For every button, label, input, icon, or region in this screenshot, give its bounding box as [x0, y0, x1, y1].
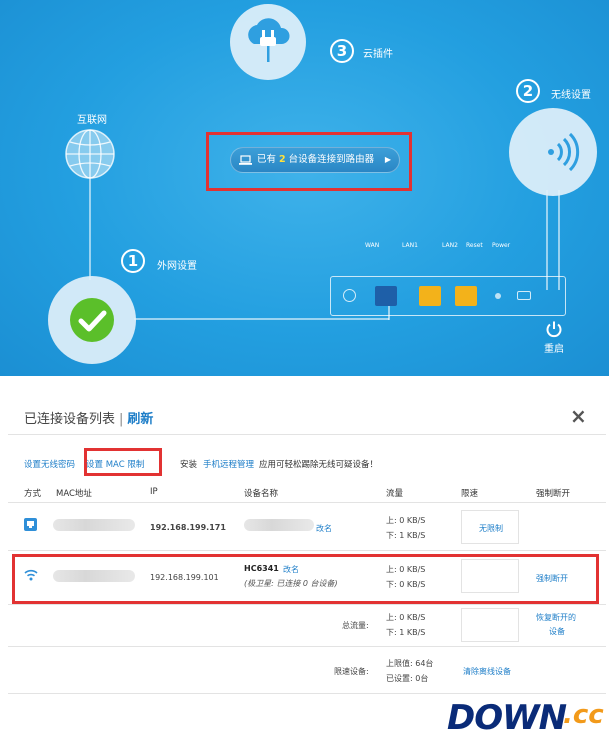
- restore-disconnected-link[interactable]: 恢复断开的: [536, 612, 576, 623]
- close-icon[interactable]: ×: [570, 404, 587, 428]
- cloud-plugin-button[interactable]: [230, 4, 306, 80]
- internet-label: 互联网: [77, 115, 107, 126]
- install-suffix: 应用可轻松踢除无线可疑设备！: [259, 460, 379, 470]
- port-label-wan: WAN: [365, 242, 380, 249]
- total-rate-box: [461, 608, 519, 642]
- connected-prefix: 已有: [257, 154, 277, 165]
- globe-icon: [65, 129, 115, 179]
- power-icon[interactable]: [545, 320, 563, 338]
- wifi-signal-icon: [548, 132, 580, 172]
- download-rate: 下: 0 KB/S: [386, 580, 426, 589]
- device-ip: 192.168.199.101: [150, 573, 219, 582]
- limit-devices-label: 限速设备:: [334, 667, 369, 676]
- col-rate: 限速: [461, 489, 479, 499]
- device-name: HC6341: [244, 564, 279, 573]
- connected-suffix: 台设备连接到路由器: [288, 154, 375, 165]
- lan1-port-icon: [419, 286, 441, 306]
- wireless-settings-label: 无线设置: [551, 90, 591, 101]
- arrow-right-icon: ▶: [384, 155, 391, 164]
- total-upload: 上: 0 KB/S: [386, 613, 426, 622]
- device-name-redacted: [244, 519, 314, 531]
- col-name: 设备名称: [244, 489, 279, 499]
- connected-count: 2: [279, 154, 286, 165]
- antenna-right: [558, 190, 560, 290]
- remote-app-link[interactable]: 手机远程管理: [203, 458, 254, 470]
- set-mac-filter-link[interactable]: 设置 MAC 限制: [86, 458, 144, 470]
- wireless-settings-button[interactable]: [509, 108, 597, 196]
- wan-settings-label: 外网设置: [157, 261, 197, 272]
- wan-port-icon: [375, 286, 397, 306]
- col-mac: MAC地址: [56, 489, 92, 499]
- port-label-reset: Reset: [466, 242, 483, 249]
- install-prefix: 安装: [180, 460, 198, 470]
- internet-wire: [89, 178, 91, 280]
- title-divider: [8, 434, 606, 435]
- step-3-badge: 3: [330, 39, 354, 63]
- connected-devices-button[interactable]: 已有 2 台设备连接到路由器 ▶: [230, 147, 400, 173]
- check-icon: [70, 298, 114, 342]
- port-label-lan2: LAN2: [442, 242, 458, 249]
- limit-set: 已设置: 0台: [386, 674, 429, 683]
- watermark-logo: DOWN .cc: [447, 698, 605, 738]
- restart-label[interactable]: 重启: [544, 340, 564, 355]
- reset-hole: [495, 293, 501, 299]
- restore-disconnected-link-2[interactable]: 设备: [549, 626, 565, 637]
- row-divider: [8, 604, 606, 605]
- download-rate: 下: 1 KB/S: [386, 531, 426, 540]
- ethernet-icon: [24, 518, 37, 531]
- title-separator: |: [119, 412, 124, 427]
- set-wifi-password-link[interactable]: 设置无线密码: [24, 458, 75, 470]
- router-body: [330, 276, 566, 316]
- col-traffic: 流量: [386, 489, 404, 499]
- rate-limit-box[interactable]: [461, 559, 519, 593]
- port-label-lan1: LAN1: [402, 242, 418, 249]
- power-port: [517, 291, 531, 300]
- antenna-left: [546, 190, 548, 290]
- port-label-power: Power: [492, 242, 511, 249]
- router-led: [343, 289, 356, 302]
- limit-max: 上限值: 64台: [386, 659, 434, 668]
- rename-link[interactable]: 改名: [316, 523, 332, 534]
- device-note: (极卫星: 已连接 0 台设备): [244, 579, 338, 588]
- mac-address-redacted: [53, 570, 135, 582]
- wan-wire: [134, 318, 389, 320]
- total-download: 下: 1 KB/S: [386, 628, 426, 637]
- total-traffic-label: 总流量:: [342, 621, 369, 630]
- upload-rate: 上: 0 KB/S: [386, 516, 426, 525]
- cloud-plug-icon: [248, 18, 290, 62]
- force-disconnect-button[interactable]: 强制断开: [536, 573, 568, 584]
- lan2-port-icon: [455, 286, 477, 306]
- upload-rate: 上: 0 KB/S: [386, 565, 426, 574]
- refresh-link[interactable]: 刷新: [127, 412, 153, 427]
- rate-limit-box[interactable]: 无限制: [461, 510, 519, 544]
- col-type: 方式: [24, 489, 42, 499]
- wan-settings-button[interactable]: [48, 276, 136, 364]
- panel-title-text: 已连接设备列表: [24, 412, 116, 427]
- watermark-suffix: .cc: [563, 700, 604, 730]
- col-ip: IP: [150, 487, 158, 497]
- step-1-badge: 1: [121, 249, 145, 273]
- clear-offline-devices-button[interactable]: 清除离线设备: [463, 666, 511, 677]
- row-divider: [8, 646, 606, 647]
- row-divider: [8, 550, 606, 551]
- router-status-panel: 3 云插件 互联网 已有2台设备连接到路由器 ▶ 2 无线设置 1 外网设置: [0, 0, 609, 376]
- panel-title: 已连接设备列表 | 刷新: [24, 408, 153, 427]
- mac-address-redacted: [53, 519, 135, 531]
- step-2-badge: 2: [516, 79, 540, 103]
- cloud-plugin-label: 云插件: [363, 49, 393, 60]
- wifi-icon: [24, 569, 38, 581]
- device-ip: 192.168.199.171: [150, 523, 226, 532]
- bottom-divider: [8, 693, 606, 694]
- rate-limit-value[interactable]: 无限制: [479, 523, 503, 534]
- watermark-main: DOWN: [447, 698, 567, 738]
- rename-link[interactable]: 改名: [283, 564, 299, 575]
- col-disconnect: 强制断开: [536, 489, 571, 499]
- device-list-panel: 已连接设备列表 | 刷新 × 设置无线密码 设置 MAC 限制 安装 手机远程管理 …: [8, 392, 606, 704]
- header-divider: [8, 502, 606, 503]
- laptop-icon: [239, 155, 252, 165]
